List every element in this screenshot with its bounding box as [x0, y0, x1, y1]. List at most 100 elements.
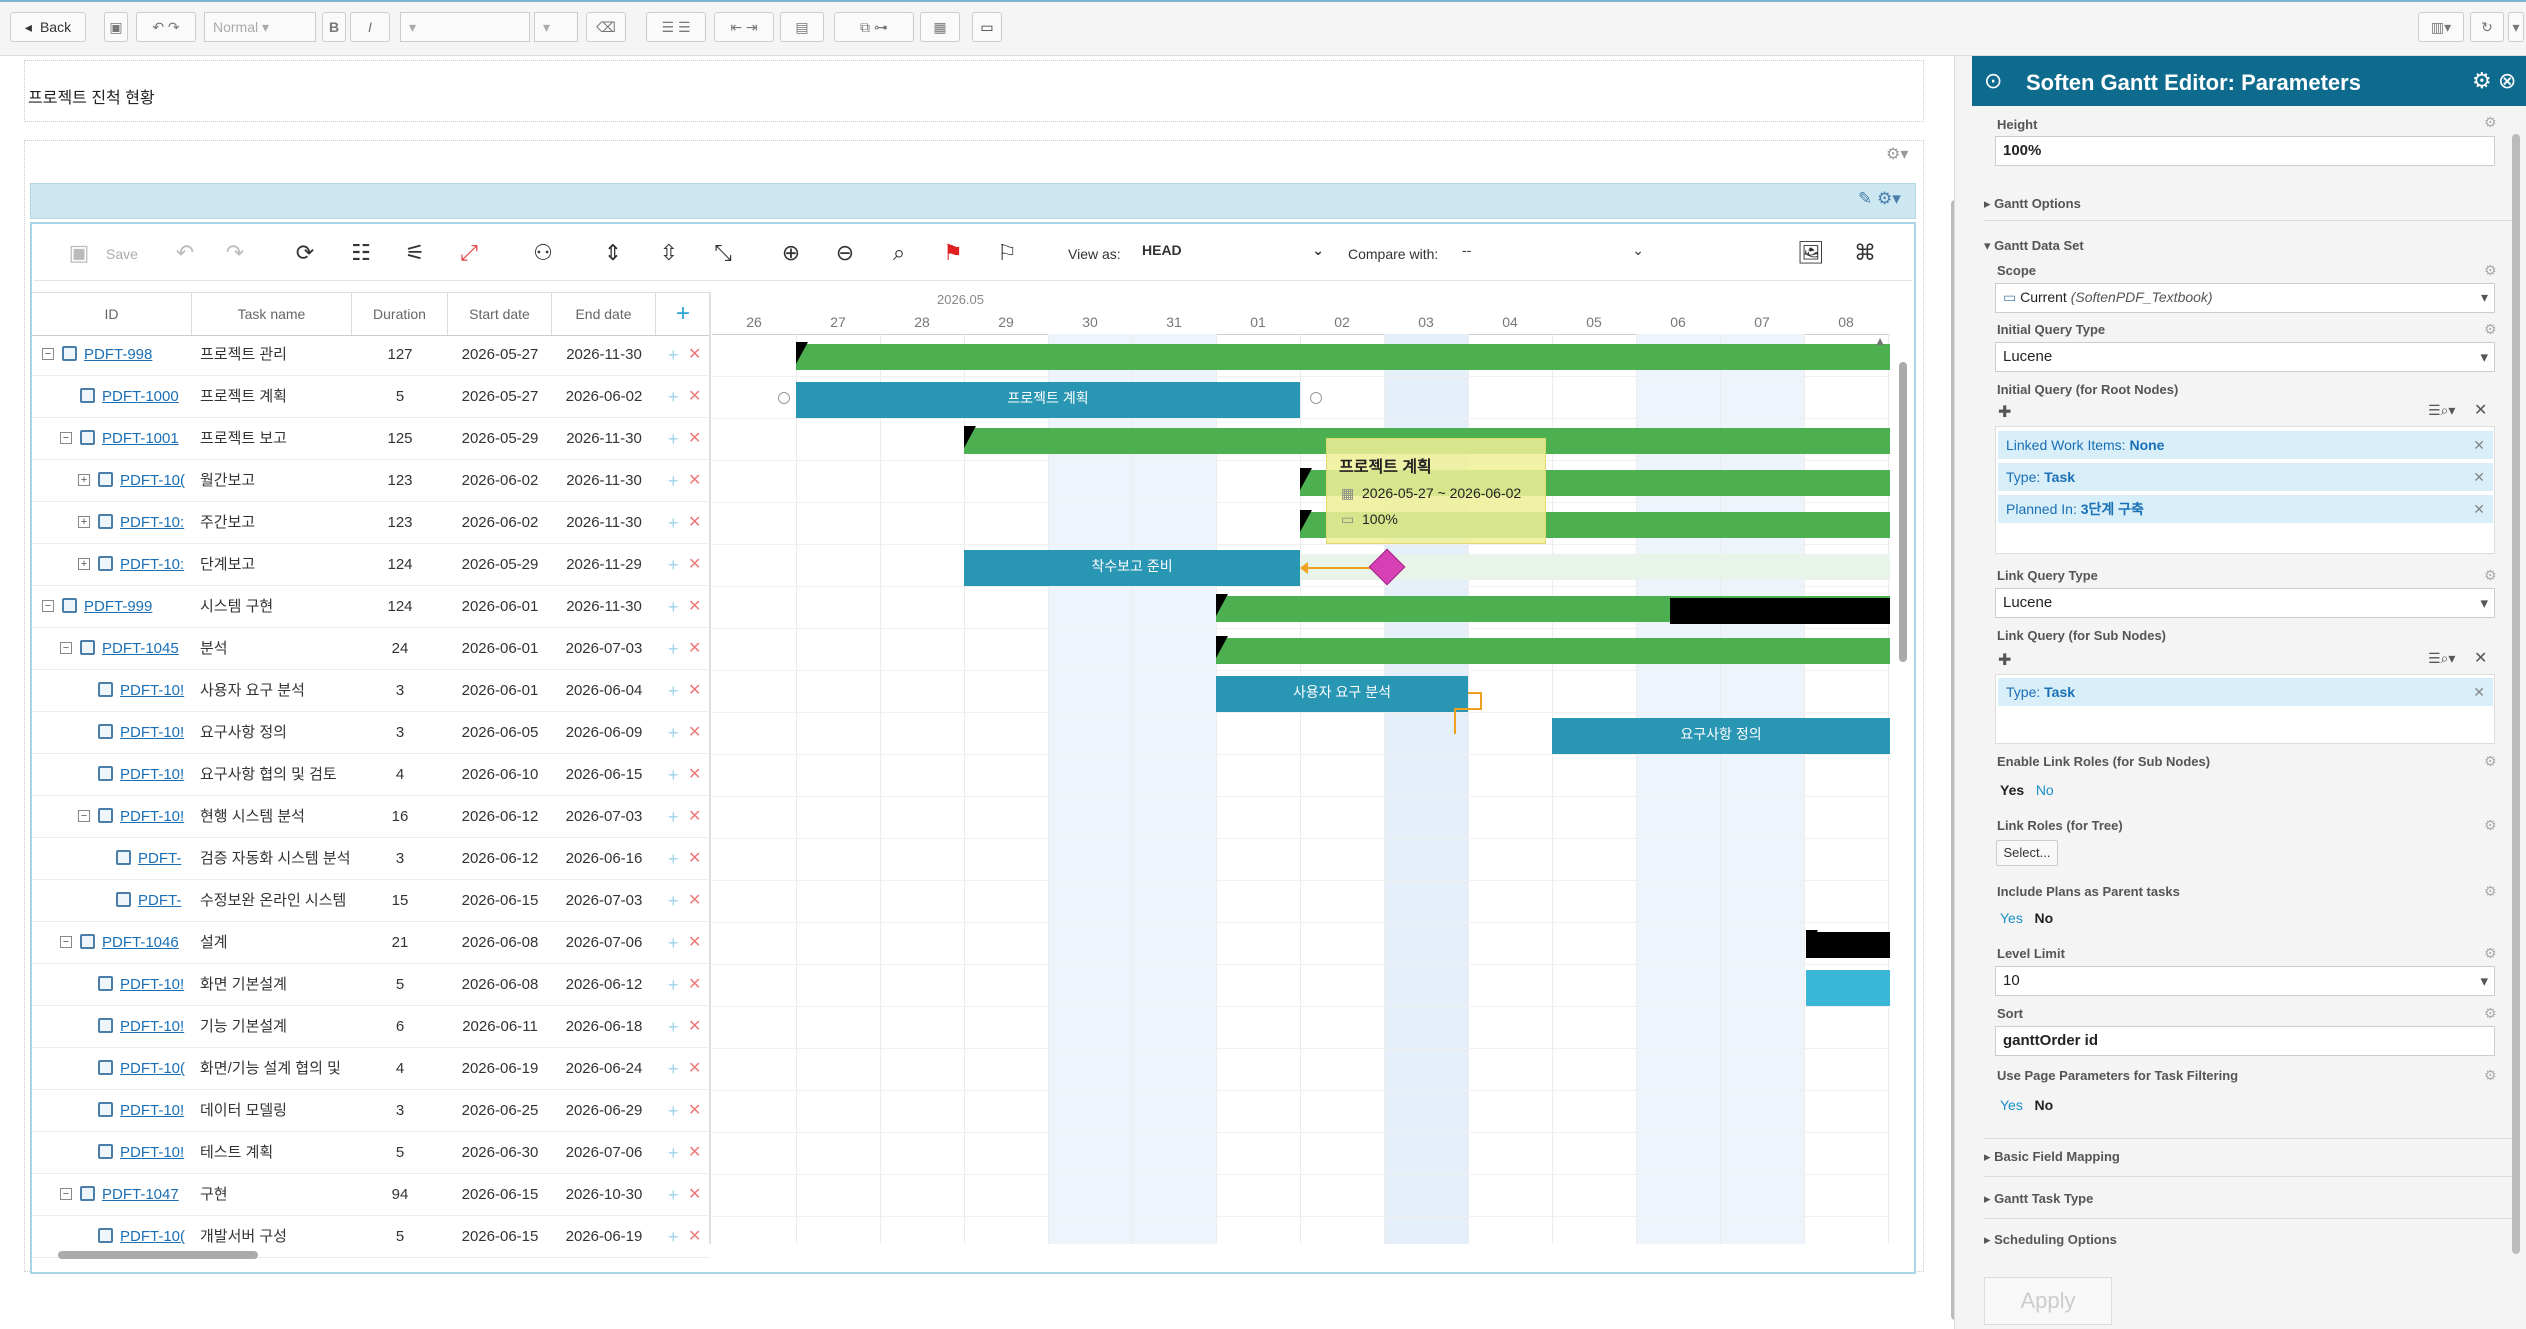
gear-icon[interactable]: ⚙: [2484, 567, 2497, 584]
critical-segment[interactable]: [1670, 598, 1890, 624]
remove-icon[interactable]: ✕: [2473, 431, 2485, 459]
delete-icon[interactable]: ✕: [688, 670, 701, 712]
column-header-start-date[interactable]: Start date: [448, 293, 552, 335]
font-select[interactable]: ▾: [400, 12, 530, 42]
remove-icon[interactable]: ✕: [2473, 463, 2485, 491]
collapse-all-icon[interactable]: ⇳: [654, 240, 684, 266]
task-name[interactable]: 월간보고: [200, 460, 350, 502]
refresh-icon[interactable]: ↻: [2470, 12, 2504, 42]
summary-bar[interactable]: [1806, 932, 1890, 958]
table-row[interactable]: + PDFT-10: 주간보고 123 2026-06-02 2026-11-30 + ✕: [32, 502, 710, 544]
table-row[interactable]: PDFT-10! 데이터 모델링 3 2026-06-25 2026-06-29 + ✕: [32, 1090, 710, 1132]
gear-icon[interactable]: ⚙: [2484, 1005, 2497, 1022]
gear-icon[interactable]: ⚙: [2484, 1067, 2497, 1084]
view-as-select[interactable]: HEAD ⌄: [1142, 242, 1332, 266]
delete-icon[interactable]: ✕: [688, 502, 701, 544]
task-name[interactable]: 검증 자동화 시스템 분석: [200, 838, 350, 880]
basic-field-mapping-section[interactable]: ▸ Basic Field Mapping: [1984, 1149, 2512, 1165]
compare-with-select[interactable]: -- ⌄: [1462, 242, 1652, 266]
table-row[interactable]: PDFT-10! 기능 기본설계 6 2026-06-11 2026-06-18 + ✕: [32, 1006, 710, 1048]
collapse-icon[interactable]: −: [42, 600, 54, 612]
add-subtask-icon[interactable]: +: [668, 628, 679, 670]
collapse-icon[interactable]: −: [60, 1188, 72, 1200]
red-flag-icon[interactable]: ⚑: [938, 240, 968, 266]
save-button[interactable]: Save: [106, 246, 138, 262]
add-subtask-icon[interactable]: +: [668, 544, 679, 586]
task-name[interactable]: 테스트 계획: [200, 1132, 350, 1174]
task-id-link[interactable]: PDFT-10(: [120, 1048, 188, 1090]
add-subtask-icon[interactable]: +: [668, 502, 679, 544]
task-name[interactable]: 화면/기능 설계 협의 및: [200, 1048, 350, 1090]
task-name[interactable]: 프로젝트 관리: [200, 334, 350, 376]
add-subtask-icon[interactable]: +: [668, 586, 679, 628]
horizontal-scrollbar[interactable]: [38, 1248, 1888, 1262]
link-handle[interactable]: [778, 392, 790, 404]
delete-icon[interactable]: ✕: [688, 1174, 701, 1216]
task-name[interactable]: 시스템 구현: [200, 586, 350, 628]
add-subtask-icon[interactable]: +: [668, 418, 679, 460]
query-chip[interactable]: Linked Work Items: None ✕: [1998, 431, 2493, 459]
task-name[interactable]: 단계보고: [200, 544, 350, 586]
table-row[interactable]: PDFT-1000 프로젝트 계획 5 2026-05-27 2026-06-02 + ✕: [32, 376, 710, 418]
level-limit-select[interactable]: 10 ▾: [1995, 966, 2495, 996]
link-handle[interactable]: [1310, 392, 1322, 404]
add-subtask-icon[interactable]: +: [668, 964, 679, 1006]
redo-icon[interactable]: ↷: [220, 240, 250, 266]
add-subtask-icon[interactable]: +: [668, 1048, 679, 1090]
table-row[interactable]: − PDFT-1045 분석 24 2026-06-01 2026-07-03 + ✕: [32, 628, 710, 670]
table-row[interactable]: PDFT-10! 요구사항 협의 및 검토 4 2026-06-10 2026-06-1…: [32, 754, 710, 796]
task-id-link[interactable]: PDFT-10!: [120, 1132, 188, 1174]
table-row[interactable]: PDFT-10! 화면 기본설계 5 2026-06-08 2026-06-12 + ✕: [32, 964, 710, 1006]
list-buttons[interactable]: ☰ ☰: [646, 12, 706, 42]
layout-button[interactable]: ▥▾: [2418, 12, 2464, 42]
task-name[interactable]: 요구사항 협의 및 검토: [200, 754, 350, 796]
task-name[interactable]: 수정보완 온라인 시스템: [200, 880, 350, 922]
settings-sliders-icon[interactable]: ⚟: [400, 240, 430, 266]
task-id-link[interactable]: PDFT-10!: [120, 754, 188, 796]
delete-icon[interactable]: ✕: [688, 796, 701, 838]
delete-icon[interactable]: ✕: [688, 418, 701, 460]
delete-icon[interactable]: ✕: [688, 1006, 701, 1048]
gantt-options-section[interactable]: ▸ Gantt Options: [1984, 196, 2512, 212]
delete-icon[interactable]: ✕: [688, 712, 701, 754]
task-name[interactable]: 분석: [200, 628, 350, 670]
table-row[interactable]: − PDFT-10! 현행 시스템 분석 16 2026-06-12 2026-07-03…: [32, 796, 710, 838]
add-subtask-icon[interactable]: +: [668, 796, 679, 838]
gear-icon[interactable]: ⚙: [2484, 945, 2497, 962]
column-header-duration[interactable]: Duration: [352, 293, 448, 335]
query-builder-icon[interactable]: ☰⌕▾: [2428, 650, 2455, 667]
table-row[interactable]: PDFT- 검증 자동화 시스템 분석 3 2026-06-12 2026-06-16 +…: [32, 838, 710, 880]
zoom-out-icon[interactable]: ⊖: [830, 240, 860, 266]
summary-bar[interactable]: [796, 344, 1890, 370]
table-row[interactable]: + PDFT-10: 단계보고 124 2026-05-29 2026-11-29 + ✕: [32, 544, 710, 586]
query-builder-icon[interactable]: ☰⌕▾: [2428, 402, 2455, 419]
task-name[interactable]: 현행 시스템 분석: [200, 796, 350, 838]
task-name[interactable]: 사용자 요구 분석: [200, 670, 350, 712]
clear-icon[interactable]: ✕: [2474, 400, 2487, 420]
gear-icon[interactable]: ⚙: [2484, 262, 2497, 279]
scroll-up-arrow[interactable]: ▲: [1874, 334, 1886, 348]
task-id-link[interactable]: PDFT-1000: [102, 376, 188, 418]
table-row[interactable]: − PDFT-998 프로젝트 관리 127 2026-05-27 2026-11-30 +…: [32, 334, 710, 376]
table-row[interactable]: PDFT-10! 테스트 계획 5 2026-06-30 2026-07-06 + ✕: [32, 1132, 710, 1174]
expand-icon[interactable]: +: [78, 516, 90, 528]
collapse-icon[interactable]: −: [60, 642, 72, 654]
collapse-icon[interactable]: −: [78, 810, 90, 822]
gear-icon[interactable]: ⚙: [2484, 321, 2497, 338]
indent-buttons[interactable]: ⇤ ⇥: [714, 12, 774, 42]
add-icon[interactable]: ✚: [1998, 402, 2011, 422]
font-size-select[interactable]: ▾: [534, 12, 578, 42]
task-id-link[interactable]: PDFT-: [138, 880, 188, 922]
close-icon[interactable]: ⊗: [2498, 68, 2516, 94]
task-id-link[interactable]: PDFT-10:: [120, 544, 188, 586]
task-id-link[interactable]: PDFT-999: [84, 586, 188, 628]
task-id-link[interactable]: PDFT-10(: [120, 460, 188, 502]
gear-icon[interactable]: ⚙: [2484, 817, 2497, 834]
add-subtask-icon[interactable]: +: [668, 754, 679, 796]
undo-redo-group[interactable]: ↶ ↷: [136, 12, 196, 42]
scheduling-options-section[interactable]: ▸ Scheduling Options: [1984, 1232, 2512, 1248]
task-id-link[interactable]: PDFT-1045: [102, 628, 188, 670]
task-id-link[interactable]: PDFT-10!: [120, 670, 188, 712]
remove-icon[interactable]: ✕: [2473, 678, 2485, 706]
task-name[interactable]: 요구사항 정의: [200, 712, 350, 754]
